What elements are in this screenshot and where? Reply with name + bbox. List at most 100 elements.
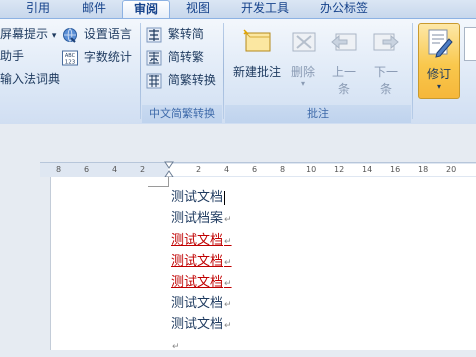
ruler-number: 4 bbox=[224, 165, 230, 174]
text-cursor bbox=[224, 190, 226, 205]
new-comment-button[interactable]: 新建批注 bbox=[227, 27, 287, 80]
convert-char-icon bbox=[146, 73, 162, 88]
chevron-down-icon: ▾ bbox=[436, 82, 441, 91]
document-line-inserted[interactable]: 测试文档↵ bbox=[171, 252, 232, 272]
screen-tip-button[interactable]: 屏幕提示 ▾ bbox=[0, 25, 56, 43]
assistant-button[interactable]: 助手 bbox=[0, 47, 24, 65]
tab-developer[interactable]: 开发工具 bbox=[230, 0, 300, 18]
traditional-char-icon bbox=[146, 50, 162, 65]
track-changes-icon bbox=[428, 29, 453, 58]
new-comment-icon bbox=[243, 29, 271, 52]
next-comment-icon bbox=[373, 33, 399, 51]
paragraph-mark-icon: ↵ bbox=[224, 321, 232, 331]
ruler-number: 2 bbox=[196, 165, 202, 174]
ruler-number: 6 bbox=[84, 165, 90, 174]
document-line[interactable]: 测试文档 bbox=[171, 188, 226, 208]
paragraph-mark-icon: ↵ bbox=[172, 342, 180, 352]
delete-comment-button[interactable]: 删除 ▾ bbox=[283, 27, 323, 88]
to-simplified-button[interactable]: 繁转简 bbox=[146, 25, 204, 43]
ime-dictionary-label: 输入法词典 bbox=[0, 72, 61, 86]
previous-comment-label-1: 上一 bbox=[331, 65, 356, 79]
document-line[interactable]: 测试文档↵ bbox=[171, 315, 232, 335]
ruler-number: 2 bbox=[140, 165, 146, 174]
line-text: 测试文档 bbox=[171, 190, 224, 205]
paragraph-mark-icon: ↵ bbox=[224, 279, 232, 289]
line-text: 测试文档 bbox=[171, 233, 224, 248]
ruler-number: 16 bbox=[390, 165, 401, 174]
chevron-down-icon: ▾ bbox=[300, 79, 305, 88]
ruler-text-area bbox=[168, 164, 476, 176]
assistant-label: 助手 bbox=[0, 49, 25, 63]
comments-group: 新建批注 删除 ▾ 上一 条 下一 条 批注 bbox=[225, 19, 411, 123]
ribbon-tab-strip: 引用 邮件 审阅 视图 开发工具 办公标签 bbox=[0, 0, 476, 19]
group-divider bbox=[140, 23, 141, 119]
tab-view[interactable]: 视图 bbox=[176, 0, 220, 18]
document-line-inserted[interactable]: 测试文档↵ bbox=[171, 273, 232, 293]
screen-tip-label: 屏幕提示 bbox=[0, 27, 49, 41]
chinese-conversion-group-label: 中文简繁转换 bbox=[142, 105, 222, 123]
ruler-number: 8 bbox=[56, 165, 62, 174]
document-line[interactable]: 测试文档↵ bbox=[171, 294, 232, 314]
tab-references[interactable]: 引用 bbox=[18, 0, 58, 18]
delete-comment-label: 删除 bbox=[290, 65, 315, 79]
line-text: 测试档案 bbox=[171, 211, 224, 226]
document-line[interactable]: ↵ bbox=[171, 336, 180, 356]
tracking-group: 修订 ▾ bbox=[414, 19, 476, 123]
document-page[interactable]: 测试文档 测试档案↵ 测试文档↵ 测试文档↵ 测试文档↵ 测试文档↵ 测试文档↵… bbox=[50, 177, 476, 352]
document-line[interactable]: 测试档案↵ bbox=[171, 209, 232, 229]
paragraph-mark-icon: ↵ bbox=[224, 300, 232, 310]
ruler-number: 14 bbox=[362, 165, 373, 174]
next-comment-label-2: 条 bbox=[379, 82, 392, 96]
line-text: 测试文档 bbox=[171, 317, 224, 332]
convert-label: 简繁转换 bbox=[167, 73, 216, 87]
line-text: 测试文档 bbox=[171, 296, 224, 311]
paragraph-mark-icon: ↵ bbox=[224, 215, 232, 225]
next-comment-button[interactable]: 下一 条 bbox=[367, 27, 405, 97]
abc-text: ABC bbox=[65, 53, 76, 59]
word-count-button[interactable]: ABC 123 字数统计 bbox=[62, 48, 132, 66]
previous-comment-label-2: 条 bbox=[337, 82, 350, 96]
line-text: 测试文档 bbox=[171, 254, 224, 269]
track-changes-label: 修订 bbox=[426, 67, 451, 81]
adjacent-button-partial[interactable] bbox=[464, 27, 476, 61]
convert-button[interactable]: 简繁转换 bbox=[146, 71, 216, 89]
paragraph-mark-icon: ↵ bbox=[224, 237, 232, 247]
comments-group-label: 批注 bbox=[225, 105, 411, 123]
workspace-background bbox=[0, 177, 50, 350]
set-language-label: 设置语言 bbox=[83, 27, 132, 41]
margin-marker bbox=[168, 177, 169, 187]
ruler-number: 12 bbox=[334, 165, 345, 174]
margin-marker bbox=[148, 186, 168, 187]
new-comment-label: 新建批注 bbox=[232, 65, 281, 79]
track-changes-button[interactable]: 修订 ▾ bbox=[418, 23, 460, 99]
set-language-button[interactable]: 设置语言 bbox=[62, 25, 132, 43]
previous-comment-icon bbox=[331, 33, 357, 51]
horizontal-ruler[interactable]: 8 6 4 2 2 4 6 8 10 12 14 16 18 20 bbox=[40, 161, 476, 178]
to-traditional-button[interactable]: 简转繁 bbox=[146, 48, 204, 66]
document-line-inserted[interactable]: 测试文档↵ bbox=[171, 231, 232, 251]
next-comment-label-1: 下一 bbox=[373, 65, 398, 79]
proofing-group: 屏幕提示 ▾ 助手 输入法词典 设置语言 ABC 123 字数统计 bbox=[0, 19, 139, 123]
ruler-number: 4 bbox=[112, 165, 118, 174]
simplified-char-icon bbox=[146, 27, 162, 42]
group-divider bbox=[223, 23, 224, 119]
to-simplified-label: 繁转简 bbox=[167, 27, 204, 41]
ruler-number: 18 bbox=[418, 165, 429, 174]
word-count-label: 字数统计 bbox=[83, 50, 132, 64]
to-traditional-label: 简转繁 bbox=[167, 50, 204, 64]
ruler-number: 8 bbox=[280, 165, 286, 174]
ruler-number: 20 bbox=[446, 165, 457, 174]
delete-comment-icon bbox=[292, 32, 316, 52]
paragraph-mark-icon: ↵ bbox=[224, 258, 232, 268]
tab-mailings[interactable]: 邮件 bbox=[74, 0, 114, 18]
ruler-number: 10 bbox=[306, 165, 317, 174]
ime-dictionary-button[interactable]: 输入法词典 bbox=[0, 70, 60, 88]
ribbon: 屏幕提示 ▾ 助手 输入法词典 设置语言 ABC 123 字数统计 繁转简 简转… bbox=[0, 18, 476, 125]
tab-office-tab[interactable]: 办公标签 bbox=[308, 0, 380, 18]
globe-icon bbox=[63, 27, 77, 43]
tab-review[interactable]: 审阅 bbox=[122, 0, 170, 19]
chevron-down-icon: ▾ bbox=[51, 31, 57, 41]
line-text: 测试文档 bbox=[171, 275, 224, 290]
ruler-number: 6 bbox=[252, 165, 258, 174]
previous-comment-button[interactable]: 上一 条 bbox=[325, 27, 363, 97]
